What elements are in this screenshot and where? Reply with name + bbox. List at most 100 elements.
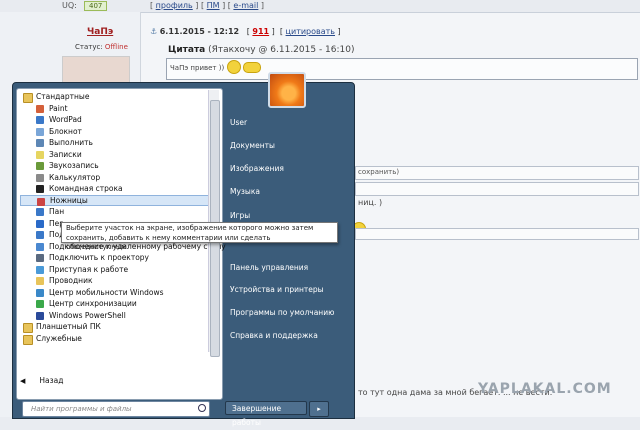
back-label: Назад xyxy=(39,376,64,385)
program-icon xyxy=(36,231,44,239)
program-label: Выполнить xyxy=(49,138,93,147)
program-icon xyxy=(36,242,44,251)
program-label: Подключить к проектору xyxy=(49,253,149,262)
program-icon xyxy=(36,277,44,285)
programs-scrollbar[interactable] xyxy=(208,90,220,357)
program-label: WordPad xyxy=(49,115,82,124)
program-item[interactable]: Подключить к проектору xyxy=(20,252,210,264)
shutdown-button[interactable]: Завершение работы xyxy=(225,401,307,427)
program-item[interactable]: Центр мобильности Windows xyxy=(20,287,210,299)
cite-link[interactable]: цитировать xyxy=(286,27,335,36)
back-button[interactable]: ◀ Назад xyxy=(20,376,63,385)
programs-list: Стандартные Paint WordPad Блокнот Выполнить З… xyxy=(20,91,226,345)
bg-quote-line: сохранить) xyxy=(355,166,639,180)
program-folder[interactable]: Служебные xyxy=(20,333,210,345)
status-value: Offline xyxy=(104,43,128,51)
program-icon xyxy=(36,104,44,113)
program-folder[interactable]: Стандартные xyxy=(20,91,210,103)
search-icon xyxy=(198,404,206,412)
program-label: Центр синхронизации xyxy=(49,299,137,308)
uq-label: UQ: xyxy=(62,1,77,10)
program-label: Стандартные xyxy=(36,92,90,101)
smiley-icon xyxy=(227,60,241,74)
start-right-item[interactable]: Программы по умолчанию xyxy=(223,305,351,321)
program-icon xyxy=(36,150,44,159)
quote-header: Цитата (Ятакхочу @ 6.11.2015 - 16:10) xyxy=(168,45,355,55)
start-right-item[interactable]: Панель управления xyxy=(223,260,351,276)
program-label: Центр мобильности Windows xyxy=(49,287,164,297)
program-label: Приступая к работе xyxy=(49,264,129,274)
program-item[interactable]: Блокнот xyxy=(20,126,210,138)
program-item[interactable]: Windows PowerShell xyxy=(20,310,210,322)
program-label: Пан xyxy=(49,207,65,216)
program-item[interactable]: Paint xyxy=(20,103,210,115)
bg-quote-line xyxy=(355,182,639,196)
post-date: 6.11.2015 - 12:12 xyxy=(159,27,240,36)
uq-badge: 407 xyxy=(84,1,108,11)
program-icon xyxy=(36,162,44,170)
smiley-icon xyxy=(243,62,261,73)
shutdown-options-button[interactable]: ▸ xyxy=(309,401,329,417)
post-number[interactable]: 911 xyxy=(252,27,269,36)
program-icon xyxy=(36,254,44,262)
status-label: Статус: xyxy=(75,43,103,51)
program-item[interactable]: WordPad xyxy=(20,114,210,126)
folder-icon xyxy=(23,334,33,345)
start-right-item[interactable]: Справка и поддержка xyxy=(223,328,351,344)
search-input[interactable]: Найти программы и файлы xyxy=(22,401,210,417)
anchor-icon: ⚓ xyxy=(150,27,158,36)
bg-saved-text: сохранить) xyxy=(358,168,400,176)
start-right-item[interactable]: Документы xyxy=(223,138,351,154)
tooltip: Выберите участок на экране, изображение … xyxy=(61,222,338,251)
program-label: Проводник xyxy=(49,276,93,285)
program-item[interactable]: Ножницы xyxy=(20,194,210,206)
program-label: Служебные xyxy=(36,333,82,343)
search-placeholder: Найти программы и файлы xyxy=(31,405,132,413)
folder-icon xyxy=(23,93,33,103)
program-label: Paint xyxy=(49,103,68,113)
program-item[interactable]: Пан xyxy=(20,206,210,218)
back-arrow-icon: ◀ xyxy=(20,377,26,385)
program-icon xyxy=(36,288,44,297)
program-label: Windows PowerShell xyxy=(49,310,126,320)
program-icon xyxy=(36,139,44,147)
program-item[interactable]: Записки xyxy=(20,149,210,161)
profile-link-group: [ профиль ] [ ПМ ] [ e-mail ] xyxy=(150,1,265,10)
program-folder[interactable]: Планшетный ПК xyxy=(20,321,210,333)
post-header: ⚓ 6.11.2015 - 12:12 [ 911 ] [ цитировать… xyxy=(150,27,341,36)
quote-title: Цитата xyxy=(168,45,206,55)
program-item[interactable]: Калькулятор xyxy=(20,172,210,184)
start-right-item[interactable]: Музыка xyxy=(223,184,351,200)
program-icon xyxy=(36,219,44,228)
program-item[interactable]: Центр синхронизации xyxy=(20,298,210,310)
program-icon xyxy=(36,300,44,308)
watermark: YAPLAKAL.COM xyxy=(478,381,612,397)
program-label: Командная строка xyxy=(49,184,123,193)
program-icon xyxy=(36,127,44,136)
program-item[interactable]: Приступая к работе xyxy=(20,264,210,276)
start-right-item[interactable]: User xyxy=(223,115,351,131)
pm-link[interactable]: ПМ xyxy=(207,1,220,10)
profile-link[interactable]: профиль xyxy=(156,1,193,10)
program-item[interactable]: Звукозапись xyxy=(20,160,210,172)
program-item[interactable]: Выполнить xyxy=(20,137,210,149)
email-link[interactable]: e-mail xyxy=(233,1,258,10)
program-icon xyxy=(36,208,44,216)
bg-hint-text: ниц. ) xyxy=(358,198,383,207)
program-label: Ножницы xyxy=(50,195,88,205)
program-item[interactable]: Проводник xyxy=(20,275,210,287)
program-icon xyxy=(37,197,45,206)
start-right-item[interactable]: Изображения xyxy=(223,161,351,177)
user-picture-icon[interactable] xyxy=(268,72,306,108)
program-icon xyxy=(36,265,44,274)
program-icon xyxy=(36,116,44,124)
post-author-status: Статус: Offline xyxy=(75,43,128,51)
chevron-right-icon: ▸ xyxy=(317,405,321,413)
program-label: Записки xyxy=(49,149,82,159)
program-icon xyxy=(36,311,44,320)
start-right-item[interactable]: Устройства и принтеры xyxy=(223,282,351,298)
program-icon xyxy=(36,185,44,193)
post-author-nick[interactable]: ЧаПэ xyxy=(87,27,113,37)
program-item[interactable]: Командная строка xyxy=(20,183,210,195)
program-label: Блокнот xyxy=(49,126,82,136)
